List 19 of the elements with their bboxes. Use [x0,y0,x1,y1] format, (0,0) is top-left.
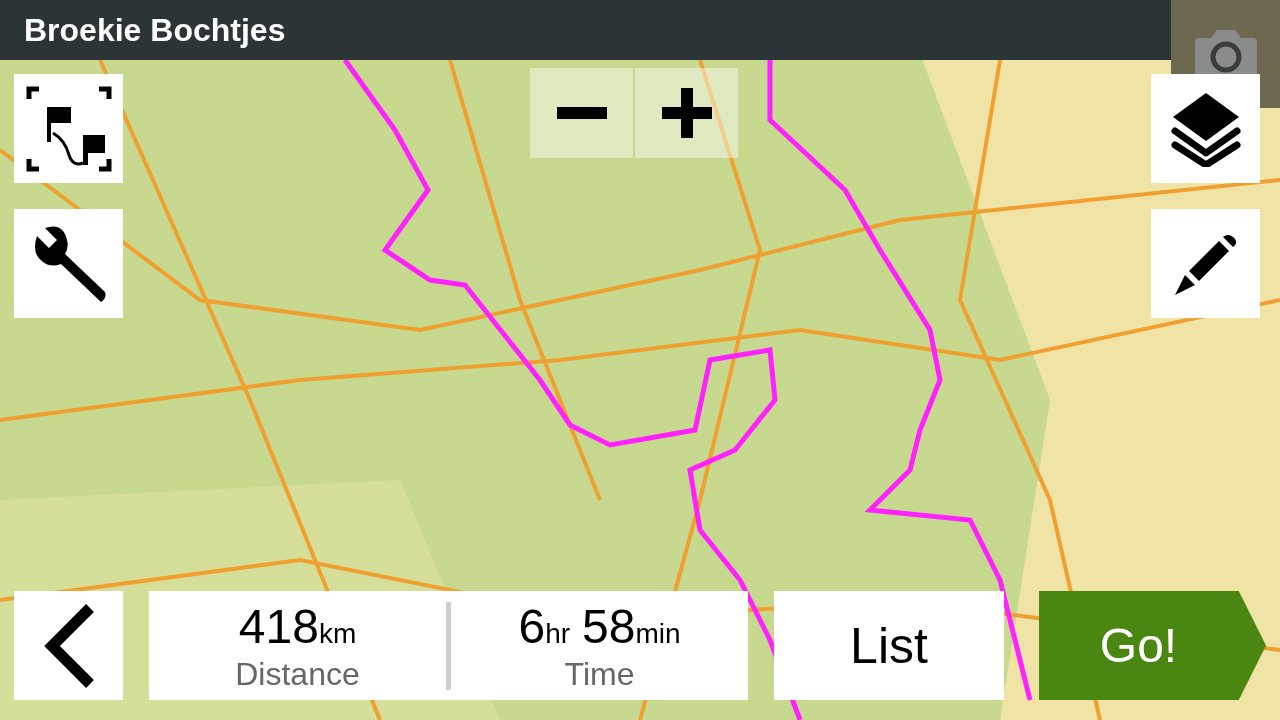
summary-label: Distance [235,655,360,693]
settings-button[interactable] [14,209,123,318]
zoom-in-button[interactable] [635,68,738,158]
window-title: Broekie Bochtjes [24,11,286,49]
pencil-icon [1174,232,1237,295]
layers-button[interactable] [1151,74,1260,183]
zoom-out-button[interactable] [530,68,633,158]
fit-route-button[interactable] [14,74,123,183]
route-overview-icon [24,84,113,173]
plus-icon [661,88,712,138]
list-button[interactable]: List [774,591,1004,700]
back-button[interactable] [14,591,123,700]
summary-label: Time [564,655,635,693]
summary-value: 418km [238,598,357,654]
go-button[interactable]: Go! [1039,591,1266,700]
minus-icon [556,107,607,119]
edit-button[interactable] [1151,209,1260,318]
layers-icon [1170,90,1241,167]
summary-value: 6hr 58min [518,598,681,654]
